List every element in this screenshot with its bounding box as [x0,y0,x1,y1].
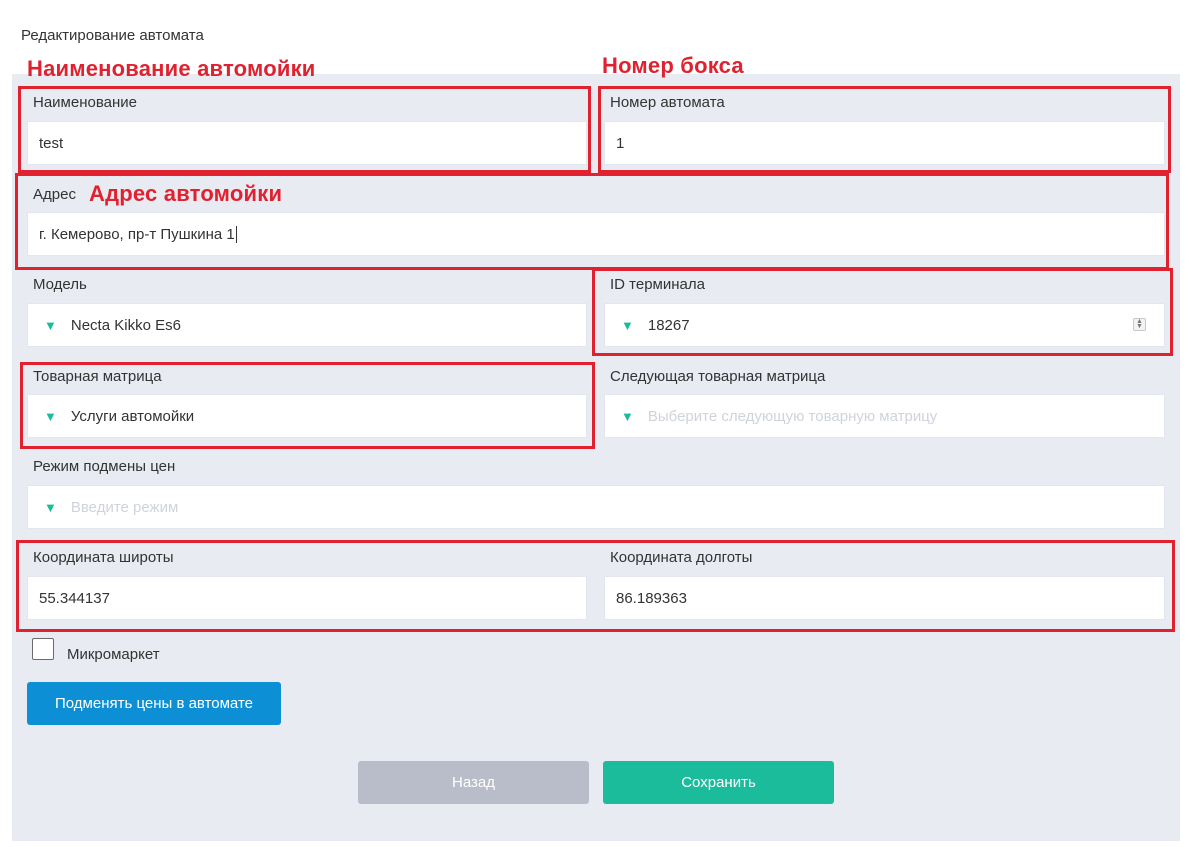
price-mode-label: Режим подмены цен [33,458,176,475]
micromarket-checkbox[interactable] [32,638,54,660]
model-select[interactable]: ▼ Necta Kikko Es6 [27,303,587,347]
micromarket-label: Микромаркет [67,646,160,663]
model-label: Модель [33,276,87,293]
annotation-box-product-matrix [20,362,595,449]
page-title: Редактирование автомата [21,27,204,44]
annotation-label-carwash-address: Адрес автомойки [89,181,283,206]
price-mode-select[interactable]: ▼ Введите режим [27,485,1165,529]
caret-down-icon: ▼ [621,408,634,424]
annotation-label-carwash-name: Наименование автомойки [27,56,316,81]
back-button[interactable]: Назад [358,761,589,804]
annotation-box-coordinates [16,540,1175,632]
annotation-box-name [18,86,591,173]
price-mode-placeholder: Введите режим [70,498,179,516]
annotation-box-machine-number [598,86,1171,173]
replace-prices-button[interactable]: Подменять цены в автомате [27,682,281,725]
next-product-matrix-label: Следующая товарная матрица [610,368,826,385]
model-value: Necta Kikko Es6 [70,316,181,334]
next-product-matrix-select[interactable]: ▼ Выберите следующую товарную матрицу [604,394,1165,438]
annotation-box-terminal-id [592,268,1173,356]
caret-down-icon: ▼ [44,317,57,333]
save-button[interactable]: Сохранить [603,761,834,804]
annotation-label-box-number: Номер бокса [602,53,744,78]
next-product-matrix-placeholder: Выберите следующую товарную матрицу [647,407,938,425]
caret-down-icon: ▼ [44,499,57,515]
